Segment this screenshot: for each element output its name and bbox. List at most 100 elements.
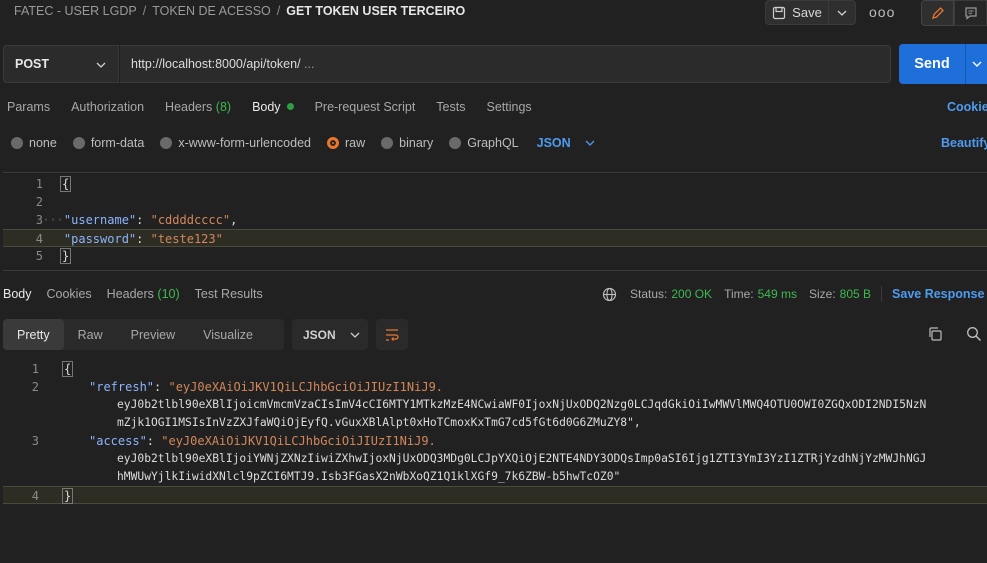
breadcrumb-separator: / — [142, 4, 147, 18]
line-number: 1 — [31, 362, 39, 376]
response-format-label: JSON — [303, 327, 336, 342]
save-button[interactable]: Save — [765, 0, 829, 25]
save-options-button[interactable] — [829, 0, 856, 25]
headers-count: (8) — [215, 100, 232, 114]
view-preview[interactable]: Preview — [117, 319, 189, 350]
tab-pre-request-script[interactable]: Pre-request Script — [315, 100, 416, 114]
code-brace: } — [60, 248, 72, 264]
send-options-button[interactable] — [966, 61, 987, 67]
tab-label: Authorization — [71, 100, 145, 114]
json-key: "refresh" — [89, 380, 155, 394]
radio-circle — [160, 137, 173, 149]
indent-guide: ···· — [35, 213, 64, 227]
more-actions-button[interactable]: ooo — [869, 4, 895, 20]
view-visualize[interactable]: Visualize — [189, 319, 267, 350]
radio-circle-selected — [327, 137, 339, 149]
code-line: 2 "refresh": "eyJ0eXAiOiJKV1QiLCJhbGciOi… — [3, 378, 987, 432]
comments-button[interactable] — [954, 0, 987, 26]
radio-circle — [11, 137, 23, 149]
radio-label: x-www-form-urlencoded — [178, 136, 311, 150]
tab-settings[interactable]: Settings — [486, 100, 531, 114]
response-view-tabs: Pretty Raw Preview Visualize — [3, 319, 284, 350]
copy-icon[interactable] — [927, 326, 943, 342]
wrap-lines-button[interactable] — [376, 319, 408, 350]
time-value[interactable]: 549 ms — [758, 287, 797, 301]
url-text: http://localhost:8000/api/token/ — [131, 57, 301, 71]
time-label: Time: — [724, 287, 754, 301]
chevron-down-icon — [585, 140, 595, 146]
request-name[interactable]: GET TOKEN USER TERCEIRO — [286, 4, 465, 18]
tab-params[interactable]: Params — [7, 100, 50, 114]
code-line-active: 4 "password": "teste123" — [3, 229, 987, 247]
line-number: 5 — [35, 249, 43, 263]
radio-label: form-data — [90, 136, 145, 150]
radio-form-data[interactable]: form-data — [72, 136, 145, 150]
size-value[interactable]: 805 B — [840, 287, 871, 301]
radio-none[interactable]: none — [11, 136, 57, 150]
radio-graphql[interactable]: GraphQL — [449, 136, 519, 150]
json-key: "password" — [63, 232, 137, 246]
tab-label: Settings — [486, 100, 532, 114]
radio-label: GraphQL — [467, 136, 519, 150]
edit-documentation-button[interactable] — [921, 0, 954, 26]
size-label: Size: — [808, 287, 836, 301]
radio-label: raw — [345, 136, 366, 150]
line-number: 3 — [31, 434, 39, 448]
line-number: 2 — [31, 380, 39, 394]
body-language-select[interactable]: JSON — [537, 136, 595, 150]
pencil-icon — [931, 7, 944, 19]
json-value-wrap: eyJ0b2tlbl90eXBlIjoicmVmcmVzaCIsImV4cCI6… — [117, 398, 927, 411]
url-input[interactable]: http://localhost:8000/api/token/ ... — [119, 45, 891, 83]
json-value: "teste123" — [150, 232, 223, 246]
search-icon[interactable] — [966, 326, 982, 342]
url-suffix: ... — [304, 57, 315, 71]
response-body-viewer[interactable]: 1 { 2 "refresh": "eyJ0eXAiOiJKV1QiLCJhbG… — [3, 360, 987, 510]
radio-label: binary — [399, 136, 434, 150]
radio-raw[interactable]: raw — [327, 136, 365, 150]
response-tab-headers[interactable]: Headers (10) — [107, 287, 180, 301]
response-tab-cookies[interactable]: Cookies — [47, 287, 92, 301]
globe-icon[interactable] — [602, 287, 617, 302]
code-line: 3 ····"username": "cddddcccc", — [3, 211, 987, 229]
cookies-link[interactable]: Cookie — [947, 100, 987, 114]
breadcrumb-collection[interactable]: FATEC - USER LGDP — [14, 4, 137, 18]
request-body-editor[interactable]: 1 { 2 3 ····"username": "cddddcccc", 4 "… — [3, 172, 987, 271]
response-tab-test-results[interactable]: Test Results — [195, 287, 263, 301]
json-key: "username" — [63, 213, 137, 227]
response-format-select[interactable]: JSON — [292, 319, 368, 350]
view-pretty[interactable]: Pretty — [3, 319, 64, 350]
radio-label: none — [29, 136, 57, 150]
json-value-wrap: eyJ0b2tlbl90eXBlIjoiYWNjZXNzIiwiZXhwIjox… — [117, 452, 927, 465]
tab-label: Body — [252, 100, 281, 114]
json-value: "cddddcccc" — [150, 213, 231, 227]
response-meta: Status: 200 OK Time: 549 ms Size: 805 B Sav… — [602, 286, 987, 302]
save-response-button[interactable]: Save Response — [892, 287, 987, 301]
code-line: 3 "access": "eyJ0eXAiOiJKV1QiLCJhbGciOiJ… — [3, 432, 987, 486]
send-button[interactable]: Send — [899, 44, 987, 84]
code-brace: { — [62, 361, 74, 377]
divider — [881, 286, 883, 302]
breadcrumb-folder[interactable]: TOKEN DE ACESSO — [152, 4, 271, 18]
tab-body[interactable]: Body — [252, 100, 294, 114]
radio-x-www-form-urlencoded[interactable]: x-www-form-urlencoded — [160, 136, 311, 150]
response-tab-body[interactable]: Body — [3, 287, 32, 301]
status-value[interactable]: 200 OK — [671, 287, 712, 301]
save-label: Save — [792, 5, 822, 20]
tab-authorization[interactable]: Authorization — [71, 100, 144, 114]
body-language-label: JSON — [536, 136, 571, 150]
view-raw[interactable]: Raw — [64, 319, 117, 350]
method-label: POST — [15, 57, 50, 71]
save-group: Save — [765, 0, 857, 25]
json-value: "eyJ0eXAiOiJKV1QiLCJhbGciOiJIUzI1NiJ9. — [161, 434, 436, 448]
tab-headers[interactable]: Headers (8) — [165, 100, 231, 114]
method-select[interactable]: POST — [3, 45, 119, 83]
tab-label: Params — [7, 100, 51, 114]
json-value: "eyJ0eXAiOiJKV1QiLCJhbGciOiJIUzI1NiJ9. — [168, 380, 444, 394]
json-value-wrap: hMWUwYjlkIiwidXNlcl9pZCI6MTJ9.Isb3FGasX2… — [117, 470, 621, 483]
tab-tests[interactable]: Tests — [436, 100, 465, 114]
radio-binary[interactable]: binary — [381, 136, 433, 150]
body-type-options: none form-data x-www-form-urlencoded raw… — [11, 136, 595, 150]
tab-label: Headers — [165, 100, 213, 114]
beautify-link[interactable]: Beautify — [941, 136, 987, 150]
chevron-down-icon — [350, 332, 360, 338]
